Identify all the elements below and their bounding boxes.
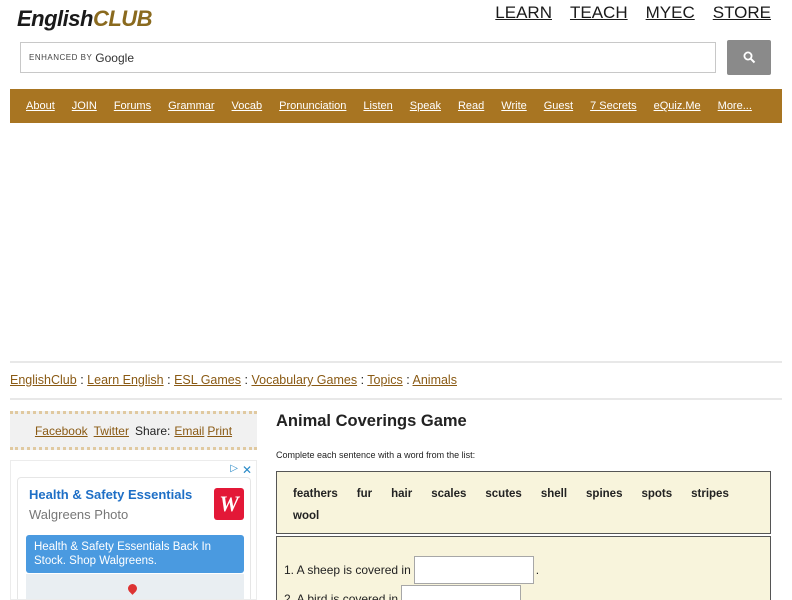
word-bank: feathers fur hair scales scutes shell spines sp… (276, 471, 771, 534)
menu-7-secrets-link[interactable]: 7 Secrets (590, 100, 636, 112)
breadcrumb-separator: : (244, 373, 248, 387)
breadcrumb-animals[interactable]: Animals (413, 373, 457, 387)
search-input[interactable]: ENHANCED BY Google (20, 42, 716, 73)
menu-guest-link[interactable]: Guest (544, 100, 573, 112)
word-bank-item: spines (586, 488, 623, 500)
share-label: Share: (134, 423, 171, 438)
menu-vocab-link[interactable]: Vocab (232, 100, 263, 112)
word-bank-item: shell (540, 488, 568, 500)
google-label: Google (95, 50, 134, 65)
banner-ad-space (10, 124, 782, 360)
main-menu-bar: About JOIN Forums Grammar Vocab Pronunci… (10, 89, 782, 123)
share-bar: Facebook Twitter Share: Email Print (10, 411, 257, 450)
share-email-link[interactable]: Email (174, 424, 204, 438)
breadcrumb: EnglishClub : Learn English : ESL Games … (10, 373, 457, 387)
question-suffix: . (535, 563, 540, 577)
instructions: Complete each sentence with a word from … (276, 450, 476, 460)
divider (10, 398, 782, 400)
sidebar-ad[interactable]: ▷ ✕ Health & Safety Essentials Walgreens… (10, 460, 257, 600)
breadcrumb-vocabulary-games[interactable]: Vocabulary Games (251, 373, 357, 387)
menu-write-link[interactable]: Write (501, 100, 526, 112)
ad-body[interactable]: Health & Safety Essentials Back In Stock… (26, 535, 244, 573)
breadcrumb-esl-games[interactable]: ESL Games (174, 373, 241, 387)
breadcrumb-topics[interactable]: Topics (367, 373, 402, 387)
breadcrumb-separator: : (360, 373, 365, 387)
share-facebook-link[interactable]: Facebook (35, 424, 88, 438)
questions-panel: 1. A sheep is covered in . 2. A bird is … (276, 536, 771, 600)
menu-equiz-link[interactable]: eQuiz.Me (654, 100, 701, 112)
breadcrumb-separator: : (167, 373, 171, 387)
question-row: 1. A sheep is covered in . (284, 556, 539, 584)
menu-about-link[interactable]: About (26, 100, 55, 112)
word-bank-item: hair (391, 488, 413, 500)
menu-join-link[interactable]: JOIN (72, 100, 97, 112)
word-bank-item: scales (431, 488, 467, 500)
question-text: 1. A sheep is covered in (284, 563, 411, 577)
menu-read-link[interactable]: Read (458, 100, 484, 112)
breadcrumb-separator: : (80, 373, 84, 387)
englishclub-logo[interactable]: English CLUB (17, 2, 153, 36)
nav-myec-link[interactable]: MYEC (646, 3, 695, 23)
word-bank-item: wool (293, 510, 320, 522)
share-print-link[interactable]: Print (207, 424, 232, 438)
menu-grammar-link[interactable]: Grammar (168, 100, 214, 112)
walgreens-logo-icon: W (214, 488, 244, 520)
breadcrumb-separator: : (406, 373, 410, 387)
page-title: Animal Coverings Game (276, 412, 467, 430)
word-bank-item: scutes (485, 488, 522, 500)
ad-subtitle: Walgreens Photo (29, 507, 129, 522)
ad-card[interactable]: Health & Safety Essentials Walgreens Pho… (17, 477, 251, 599)
word-bank-item: stripes (691, 488, 729, 500)
word-bank-item: feathers (293, 488, 338, 500)
logo-club-text: CLUB (92, 6, 153, 31)
question-row: 2. A bird is covered in (284, 585, 523, 600)
word-bank-item: spots (641, 488, 673, 500)
menu-pronunciation-link[interactable]: Pronunciation (279, 100, 346, 112)
word-bank-item: fur (356, 488, 373, 500)
nav-learn-link[interactable]: LEARN (495, 3, 552, 23)
nav-store-link[interactable]: STORE (713, 3, 771, 23)
divider (10, 361, 782, 363)
menu-more-link[interactable]: More... (718, 100, 752, 112)
close-ad-icon[interactable]: ✕ (242, 463, 252, 477)
logo-english-text: English (17, 6, 93, 31)
enhanced-by-label: ENHANCED BY (29, 53, 93, 62)
top-navigation: LEARN TEACH MYEC STORE (495, 3, 771, 23)
menu-speak-link[interactable]: Speak (410, 100, 441, 112)
answer-input[interactable] (413, 556, 534, 584)
ad-title[interactable]: Health & Safety Essentials (29, 487, 192, 502)
share-twitter-link[interactable]: Twitter (94, 424, 129, 438)
answer-input[interactable] (401, 585, 522, 600)
breadcrumb-englishclub[interactable]: EnglishClub (10, 373, 77, 387)
menu-listen-link[interactable]: Listen (363, 100, 392, 112)
breadcrumb-learn-english[interactable]: Learn English (87, 373, 163, 387)
adchoices-icon[interactable]: ▷ (230, 463, 238, 474)
nav-teach-link[interactable]: TEACH (570, 3, 628, 23)
search-button[interactable] (727, 40, 771, 75)
menu-forums-link[interactable]: Forums (114, 100, 151, 112)
search-icon (743, 51, 755, 64)
question-text: 2. A bird is covered in (284, 592, 399, 600)
